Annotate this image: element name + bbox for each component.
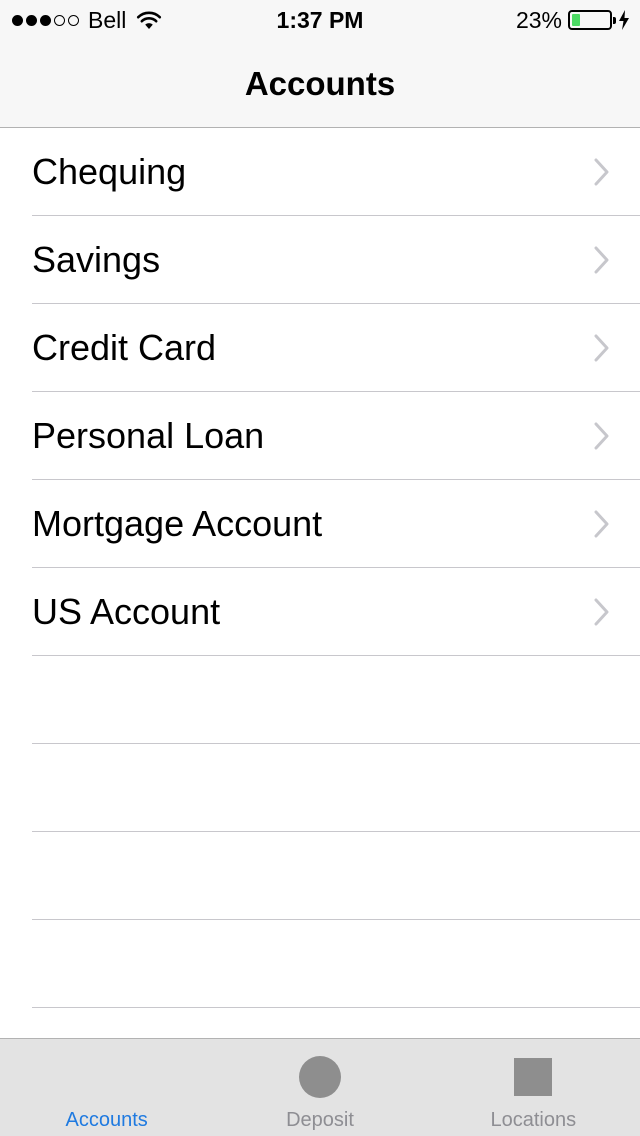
account-label: Credit Card — [32, 326, 217, 368]
chevron-right-icon — [594, 598, 609, 626]
tab-locations[interactable]: Locations — [427, 1039, 640, 1136]
navigation-bar: Accounts — [0, 40, 640, 128]
account-label: Personal Loan — [32, 414, 265, 456]
tab-deposit[interactable]: Deposit — [213, 1039, 426, 1136]
page-title: Accounts — [244, 65, 396, 102]
circle-icon — [298, 1056, 341, 1098]
tab-bar: Accounts Deposit Locations — [0, 1038, 640, 1136]
account-row-chequing[interactable]: Chequing — [32, 128, 640, 216]
charging-bolt-icon — [619, 10, 629, 30]
account-row-mortgage-account[interactable]: Mortgage Account — [32, 480, 640, 568]
chevron-right-icon — [594, 246, 609, 274]
tab-label: Locations — [490, 1109, 577, 1131]
empty-row — [32, 920, 640, 1008]
account-label: Savings — [32, 238, 161, 280]
status-bar: Bell 1:37 PM 23% — [0, 0, 640, 40]
chevron-right-icon — [594, 158, 609, 186]
account-label: Mortgage Account — [32, 502, 323, 544]
accounts-list: Chequing Savings Credit Card Personal Lo… — [0, 128, 640, 1008]
chevron-right-icon — [594, 510, 609, 538]
battery-nub — [613, 17, 616, 24]
status-right: 23% — [516, 6, 630, 34]
empty-row — [32, 744, 640, 832]
empty-row — [32, 656, 640, 744]
empty-row — [32, 832, 640, 920]
account-row-personal-loan[interactable]: Personal Loan — [32, 392, 640, 480]
square-icon — [514, 1058, 553, 1096]
account-row-us-account[interactable]: US Account — [32, 568, 640, 656]
tab-accounts[interactable]: Accounts — [0, 1039, 213, 1136]
account-label: US Account — [32, 590, 221, 632]
battery-level — [572, 14, 580, 26]
tab-label: Accounts — [65, 1109, 148, 1131]
battery-percent: 23% — [515, 6, 562, 33]
account-row-savings[interactable]: Savings — [32, 216, 640, 304]
account-label: Chequing — [32, 150, 187, 192]
chevron-right-icon — [594, 422, 609, 450]
tab-label: Deposit — [286, 1109, 354, 1131]
battery-icon — [568, 10, 616, 30]
chevron-right-icon — [594, 334, 609, 362]
account-row-credit-card[interactable]: Credit Card — [32, 304, 640, 392]
